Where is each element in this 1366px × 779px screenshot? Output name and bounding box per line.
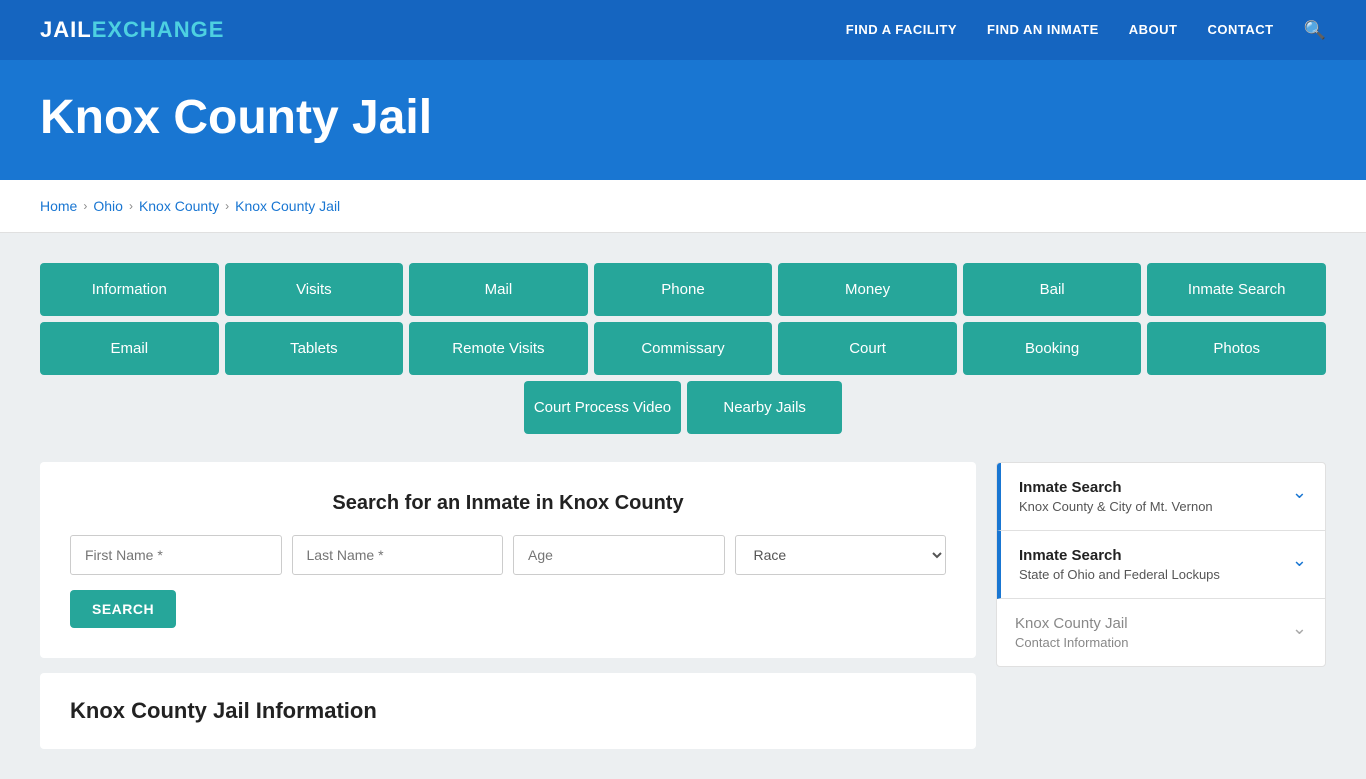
btn-court-process-video[interactable]: Court Process Video [524,381,681,434]
logo-exchange-text: EXCHANGE [92,17,225,43]
first-name-input[interactable] [70,535,282,575]
button-row-1: Information Visits Mail Phone Money Bail… [40,263,1326,316]
age-input[interactable] [513,535,725,575]
button-row-3: Court Process Video Nearby Jails [40,381,1326,434]
sidebar-item-inmate-search-ohio[interactable]: Inmate Search State of Ohio and Federal … [997,531,1325,599]
race-select[interactable]: Race White Black Hispanic Asian Other [735,535,947,575]
btn-information[interactable]: Information [40,263,219,316]
info-section: Knox County Jail Information [40,673,976,749]
sidebar-item-title-3: Knox County Jail [1015,615,1128,632]
button-row-2: Email Tablets Remote Visits Commissary C… [40,322,1326,375]
sidebar: Inmate Search Knox County & City of Mt. … [996,462,1326,667]
info-title: Knox County Jail Information [70,698,946,724]
btn-remote-visits[interactable]: Remote Visits [409,322,588,375]
sidebar-item-title-2: Inmate Search [1019,547,1220,564]
chevron-down-icon-2: ⌄ [1292,550,1307,571]
sidebar-item-subtitle-2: State of Ohio and Federal Lockups [1019,567,1220,582]
content-row: Search for an Inmate in Knox County Race… [40,462,1326,749]
breadcrumb: Home › Ohio › Knox County › Knox County … [0,180,1366,233]
sidebar-item-subtitle-1: Knox County & City of Mt. Vernon [1019,499,1213,514]
search-form: Race White Black Hispanic Asian Other [70,535,946,575]
main-content: Information Visits Mail Phone Money Bail… [0,233,1366,779]
btn-inmate-search[interactable]: Inmate Search [1147,263,1326,316]
btn-photos[interactable]: Photos [1147,322,1326,375]
chevron-down-icon-3: ⌄ [1292,618,1307,639]
logo-jail-text: JAIL [40,17,92,43]
breadcrumb-knox-county[interactable]: Knox County [139,198,219,214]
btn-visits[interactable]: Visits [225,263,404,316]
breadcrumb-home[interactable]: Home [40,198,77,214]
btn-bail[interactable]: Bail [963,263,1142,316]
breadcrumb-ohio[interactable]: Ohio [93,198,123,214]
chevron-down-icon-1: ⌄ [1292,482,1307,503]
breadcrumb-current: Knox County Jail [235,198,340,214]
sidebar-item-inmate-search-knox[interactable]: Inmate Search Knox County & City of Mt. … [997,463,1325,531]
breadcrumb-sep-2: › [129,199,133,213]
nav-about[interactable]: ABOUT [1129,21,1178,39]
navbar: JAIL EXCHANGE FIND A FACILITY FIND AN IN… [0,0,1366,60]
sidebar-card: Inmate Search Knox County & City of Mt. … [996,462,1326,667]
nav-search-icon[interactable]: 🔍 [1304,20,1326,41]
btn-court[interactable]: Court [778,322,957,375]
btn-nearby-jails[interactable]: Nearby Jails [687,381,842,434]
page-title: Knox County Jail [40,90,1326,145]
btn-booking[interactable]: Booking [963,322,1142,375]
btn-mail[interactable]: Mail [409,263,588,316]
nav-links: FIND A FACILITY FIND AN INMATE ABOUT CON… [846,20,1326,41]
search-title: Search for an Inmate in Knox County [70,492,946,515]
btn-tablets[interactable]: Tablets [225,322,404,375]
logo[interactable]: JAIL EXCHANGE [40,17,224,43]
breadcrumb-sep-3: › [225,199,229,213]
nav-contact[interactable]: CONTACT [1207,21,1273,39]
last-name-input[interactable] [292,535,504,575]
btn-email[interactable]: Email [40,322,219,375]
nav-find-inmate[interactable]: FIND AN INMATE [987,21,1099,39]
left-column: Search for an Inmate in Knox County Race… [40,462,976,749]
btn-commissary[interactable]: Commissary [594,322,773,375]
sidebar-item-title-1: Inmate Search [1019,479,1213,496]
breadcrumb-sep-1: › [83,199,87,213]
sidebar-item-subtitle-3: Contact Information [1015,635,1128,650]
btn-phone[interactable]: Phone [594,263,773,316]
btn-money[interactable]: Money [778,263,957,316]
hero-section: Knox County Jail [0,60,1366,180]
sidebar-item-contact-info[interactable]: Knox County Jail Contact Information ⌄ [997,599,1325,666]
nav-find-facility[interactable]: FIND A FACILITY [846,21,957,39]
search-panel: Search for an Inmate in Knox County Race… [40,462,976,658]
search-button[interactable]: SEARCH [70,590,176,628]
